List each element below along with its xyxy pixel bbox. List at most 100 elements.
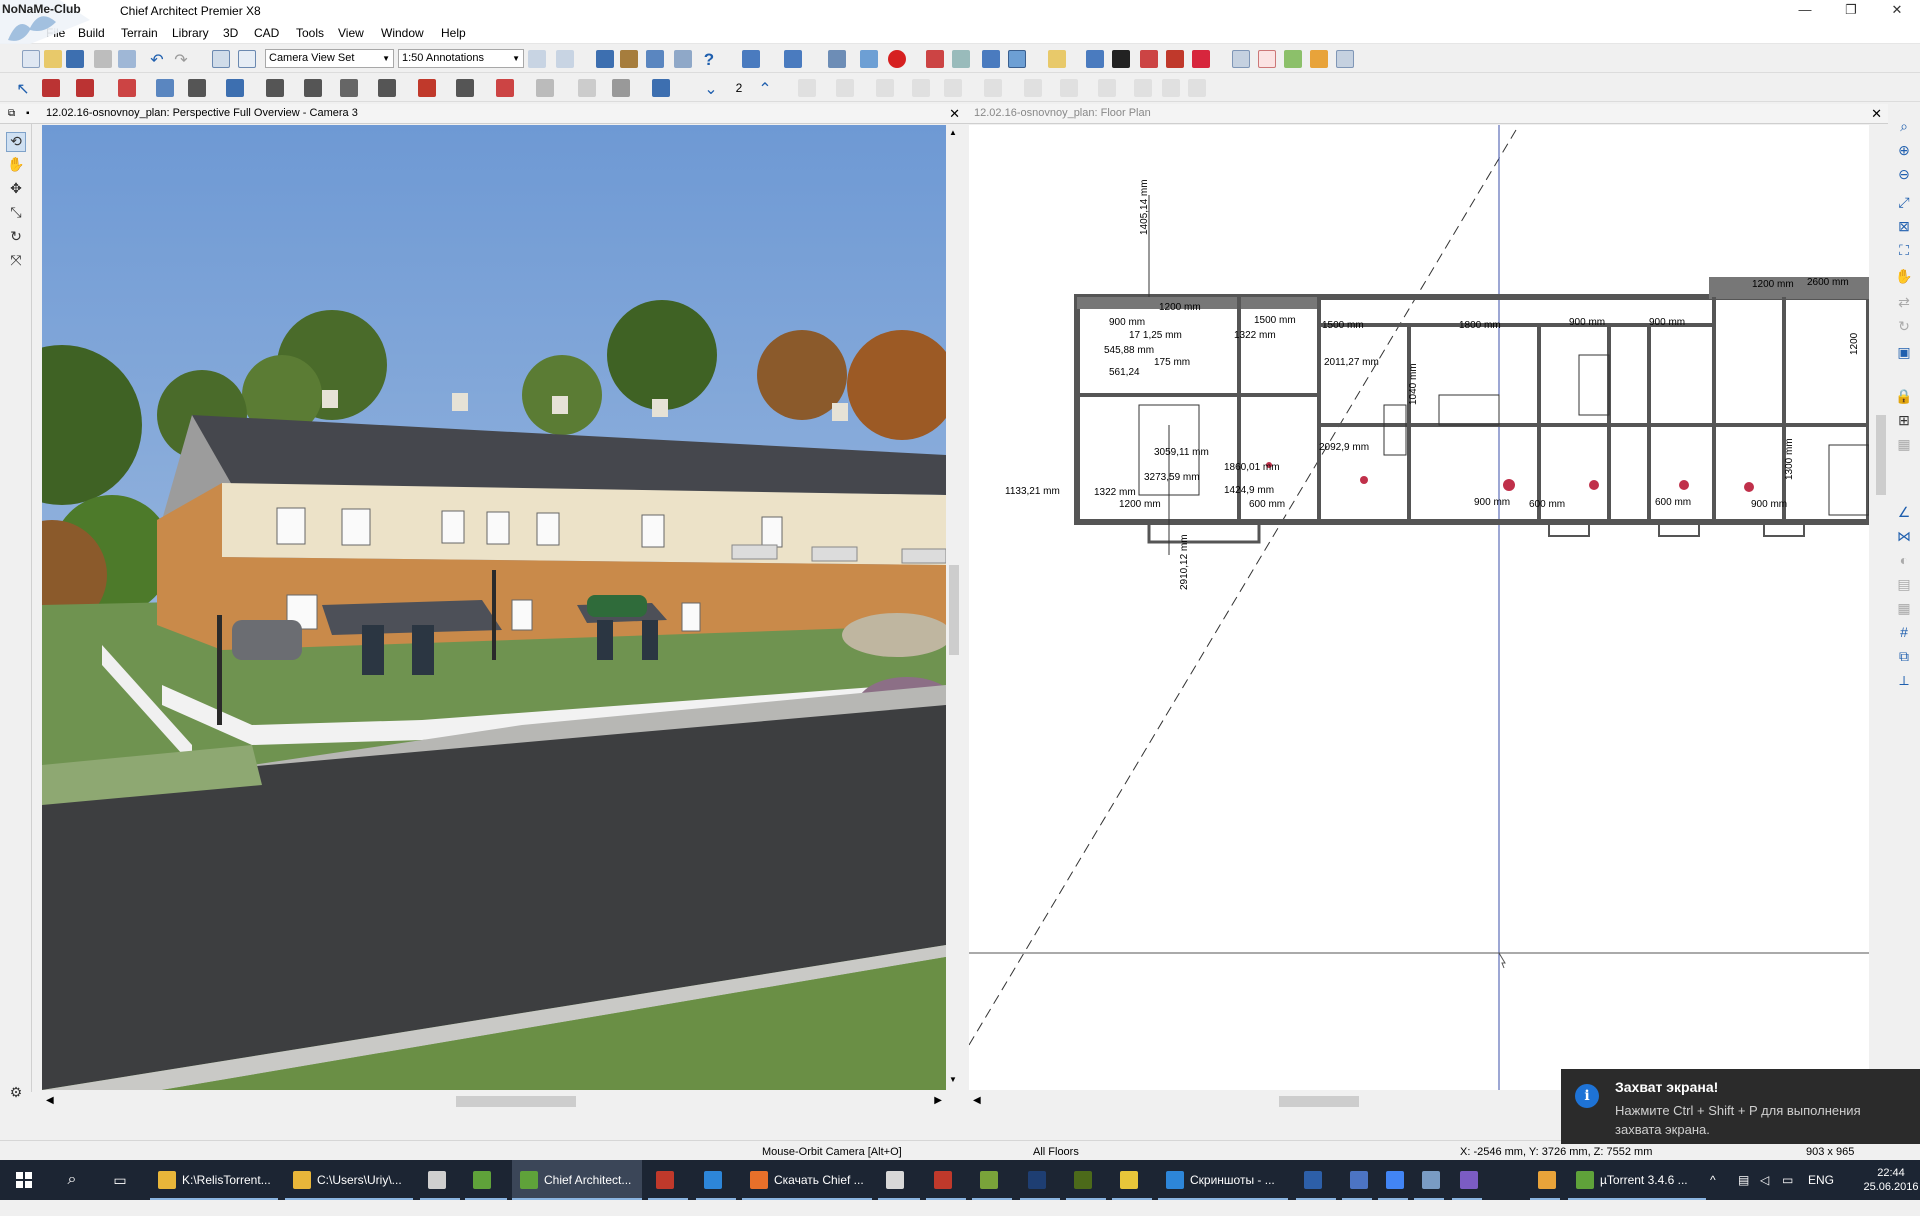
camera-icon[interactable] <box>742 50 760 68</box>
start-button[interactable] <box>0 1160 48 1200</box>
scroll-up-icon[interactable]: ▲ <box>949 128 957 137</box>
magnet-icon[interactable] <box>528 50 546 68</box>
menu-window[interactable]: Window <box>381 26 424 40</box>
perspective-3d-view[interactable] <box>42 125 946 1090</box>
frame-icon[interactable] <box>1188 79 1206 97</box>
taskbar-item[interactable] <box>1066 1160 1106 1200</box>
swap-icon[interactable]: ⇄ <box>1894 294 1914 314</box>
door-icon[interactable] <box>266 79 284 97</box>
search-icon[interactable]: ⌕ <box>50 1160 94 1200</box>
restore-pane-icon[interactable]: ⧉ <box>8 104 15 123</box>
taskbar-item[interactable] <box>696 1160 736 1200</box>
taskbar-item[interactable] <box>972 1160 1012 1200</box>
beam-icon[interactable] <box>226 79 244 97</box>
menu-tools[interactable]: Tools <box>296 26 324 40</box>
taskbar-item[interactable] <box>1296 1160 1336 1200</box>
text-icon[interactable] <box>652 79 670 97</box>
taskbar-item[interactable] <box>420 1160 460 1200</box>
snap-icon[interactable]: ⊞ <box>1894 412 1914 432</box>
scroll-right-icon[interactable]: ▶ <box>934 1095 942 1106</box>
books-icon[interactable] <box>620 50 638 68</box>
elevation-icon[interactable] <box>1284 50 1302 68</box>
box-icon[interactable] <box>1098 79 1116 97</box>
lighting-icon[interactable] <box>1048 50 1066 68</box>
floor-down-icon[interactable]: ⌄ <box>702 79 720 98</box>
wall-icon[interactable] <box>42 79 60 97</box>
fixture-icon[interactable] <box>378 79 396 97</box>
help-icon[interactable]: ? <box>700 50 718 69</box>
polyline-icon[interactable] <box>836 79 854 97</box>
grid-snap-icon[interactable]: ▦ <box>1894 436 1914 456</box>
new-file-icon[interactable] <box>22 50 40 68</box>
roof-icon[interactable] <box>418 79 436 97</box>
library-icon[interactable] <box>596 50 614 68</box>
plant-icon[interactable] <box>578 79 596 97</box>
taskbar-item[interactable]: Chief Architect... <box>512 1160 642 1200</box>
menu-cad[interactable]: CAD <box>254 26 279 40</box>
stairs-icon[interactable] <box>188 79 206 97</box>
taskbar-item[interactable] <box>1452 1160 1482 1200</box>
scroll-thumb[interactable] <box>949 565 959 655</box>
task-view-icon[interactable]: ▭ <box>98 1160 142 1200</box>
arc-icon[interactable] <box>876 79 894 97</box>
scroll-thumb[interactable] <box>1876 415 1886 495</box>
save-icon[interactable] <box>66 50 84 68</box>
pin-pane-icon[interactable]: ▪ <box>26 104 30 123</box>
object-snap-icon[interactable]: ⋈ <box>1894 528 1914 548</box>
undo-icon[interactable]: ↶ <box>148 50 166 69</box>
window-tile-icon[interactable] <box>1336 50 1354 68</box>
network-icon[interactable]: ▤ <box>1738 1160 1749 1200</box>
settings-gear-icon[interactable]: ⚙ <box>6 1084 26 1104</box>
scroll-down-icon[interactable]: ▼ <box>949 1075 957 1084</box>
taskbar-item[interactable] <box>465 1160 507 1200</box>
render-icon[interactable] <box>982 50 1000 68</box>
taskbar-item[interactable]: Скриншоты - ... <box>1158 1160 1288 1200</box>
dim-snap-icon[interactable]: ⟂ <box>1894 672 1914 692</box>
view3d-vertical-scrollbar[interactable]: ▲ ▼ <box>946 125 962 1090</box>
taskbar-item[interactable] <box>1414 1160 1444 1200</box>
clock[interactable]: 22:44 25.06.2016 <box>1862 1160 1920 1200</box>
pan-hand-icon[interactable]: ✋ <box>6 156 26 176</box>
full-camera-icon[interactable] <box>1008 50 1026 68</box>
action-center-icon[interactable]: ▭ <box>1782 1160 1793 1200</box>
window-icon[interactable] <box>304 79 322 97</box>
taskbar-item[interactable]: K:\RelisTorrent... <box>150 1160 278 1200</box>
checklist-icon[interactable] <box>238 50 256 68</box>
scroll-thumb[interactable] <box>456 1096 576 1107</box>
road-icon[interactable] <box>612 79 630 97</box>
eyedropper-icon[interactable] <box>1112 50 1130 68</box>
grid-toggle-icon[interactable]: # <box>1894 624 1914 644</box>
cabinet-icon[interactable] <box>118 79 136 97</box>
zoom-icon[interactable]: ⌕ <box>1894 118 1914 138</box>
screen-capture-notification[interactable]: i Захват экрана! Нажмите Ctrl + Shift + … <box>1561 1069 1920 1144</box>
scroll-left-icon[interactable]: ◀ <box>46 1095 54 1106</box>
zoom-out-icon[interactable]: ⊖ <box>1894 166 1914 186</box>
paint-icon[interactable] <box>1140 50 1158 68</box>
orbit-icon[interactable] <box>828 50 846 68</box>
taskbar-item[interactable] <box>648 1160 688 1200</box>
reference-icon[interactable]: ▤ <box>1894 576 1914 596</box>
move-icon[interactable]: ✥ <box>6 180 26 200</box>
bounding-icon[interactable]: ⧉ <box>1894 648 1914 668</box>
layout-icon[interactable] <box>1310 50 1328 68</box>
lock-icon[interactable]: 🔒 <box>1894 388 1914 408</box>
floor-up-icon[interactable]: ⌃ <box>756 79 774 98</box>
taskbar-item[interactable] <box>1342 1160 1372 1200</box>
redo-icon[interactable]: ↷ <box>172 50 190 69</box>
view3d-horizontal-scrollbar[interactable]: ◀ ▶ <box>42 1094 946 1108</box>
delete-materials-icon[interactable] <box>1166 50 1184 68</box>
print-preview-icon[interactable] <box>118 50 136 68</box>
pencil-icon[interactable] <box>1192 50 1210 68</box>
menu-3d[interactable]: 3D <box>223 26 238 40</box>
taskbar-item[interactable] <box>1378 1160 1408 1200</box>
grid-icon[interactable]: ▦ <box>1894 600 1914 620</box>
volume-icon[interactable]: ◁ <box>1760 1160 1769 1200</box>
layer-set-icon[interactable]: ▣ <box>1894 344 1914 364</box>
taskbar-item[interactable]: C:\Users\Uriy\... <box>285 1160 413 1200</box>
scroll-thumb[interactable] <box>1279 1096 1359 1107</box>
close-view3d-icon[interactable]: ✕ <box>949 104 960 123</box>
angle-snap-icon[interactable]: ∠ <box>1894 504 1914 524</box>
railing-icon[interactable] <box>76 79 94 97</box>
schedule-icon[interactable] <box>646 50 664 68</box>
fill-window-building-icon[interactable]: ⊠ <box>1894 218 1914 238</box>
